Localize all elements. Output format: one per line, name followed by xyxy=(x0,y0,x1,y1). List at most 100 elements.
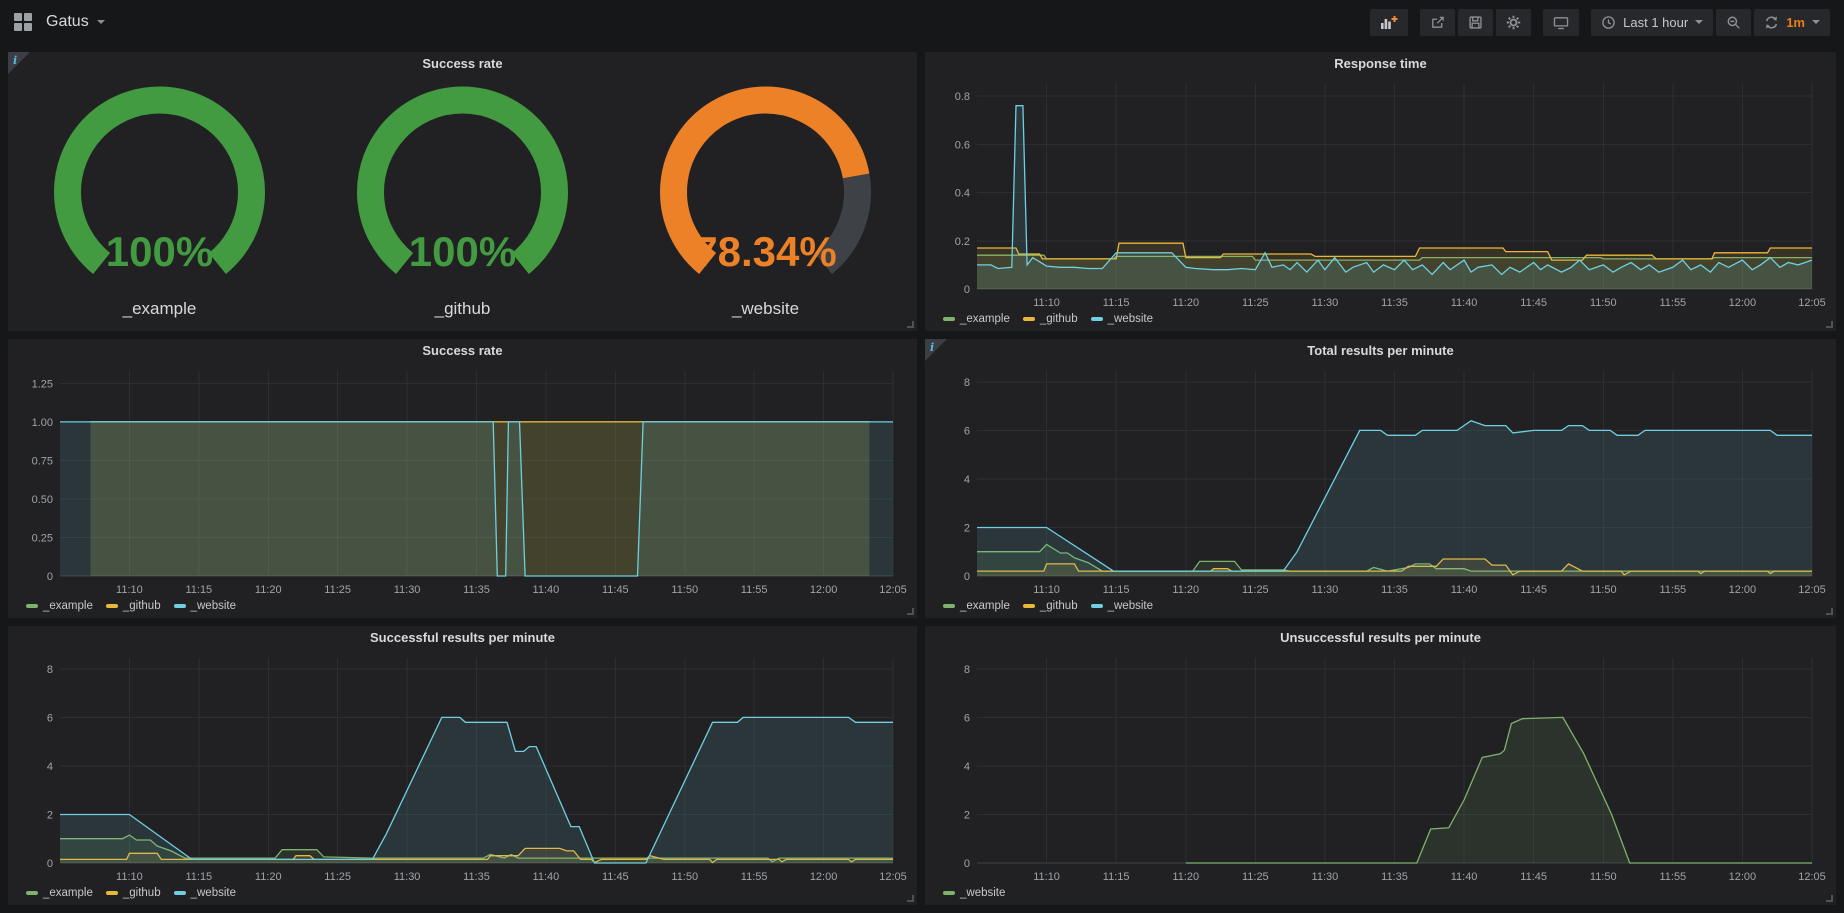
refresh-interval-label: 1m xyxy=(1786,15,1805,30)
x-axis-tick-label: 11:20 xyxy=(1172,584,1199,596)
panel-resize-handle[interactable] xyxy=(907,321,914,328)
zoom-out-icon xyxy=(1726,15,1741,30)
x-axis-tick-label: 11:25 xyxy=(1242,297,1269,309)
x-axis-tick-label: 11:40 xyxy=(533,584,560,596)
x-axis-tick-label: 11:55 xyxy=(1659,871,1686,883)
legend-swatch-icon xyxy=(106,891,118,895)
panel-resize-handle[interactable] xyxy=(1826,608,1833,615)
chart-success-rate: 11:1011:1511:2011:2511:3011:3511:4011:45… xyxy=(14,363,907,616)
x-axis-tick-label: 11:15 xyxy=(1103,871,1130,883)
y-axis-tick-label: 0.50 xyxy=(32,494,53,506)
x-axis-tick-label: 11:50 xyxy=(1590,297,1617,309)
chart-successful-results: 11:1011:1511:2011:2511:3011:3511:4011:45… xyxy=(14,650,907,903)
x-axis-tick-label: 11:25 xyxy=(324,871,351,883)
panel-resize-handle[interactable] xyxy=(1826,321,1833,328)
y-axis-tick-label: 0.6 xyxy=(955,139,970,151)
y-axis-tick-label: 2 xyxy=(964,522,970,534)
chevron-down-icon xyxy=(1695,20,1703,24)
panel-title[interactable]: Successful results per minute xyxy=(8,626,917,650)
legend-item-_github[interactable]: _github xyxy=(1023,313,1078,325)
time-range-label: Last 1 hour xyxy=(1623,15,1688,30)
x-axis-tick-label: 12:05 xyxy=(879,584,907,596)
legend-item-_example[interactable]: _example xyxy=(26,887,93,899)
x-axis-tick-label: 11:45 xyxy=(1520,297,1547,309)
dashboard-title[interactable]: Gatus xyxy=(46,13,89,31)
x-axis-tick-label: 11:25 xyxy=(324,584,351,596)
y-axis-tick-label: 0 xyxy=(964,858,970,870)
chart-legend: _example _github _website xyxy=(26,597,236,615)
panel-total-results: i Total results per minute 11:1011:1511:… xyxy=(925,339,1836,618)
x-axis-tick-label: 11:55 xyxy=(1659,584,1686,596)
chart-legend: _website xyxy=(943,884,1005,902)
legend-label: _github xyxy=(123,600,161,612)
y-axis-tick-label: 0.4 xyxy=(955,188,970,200)
panel-resize-handle[interactable] xyxy=(907,895,914,902)
refresh-button[interactable]: 1m xyxy=(1754,9,1830,36)
x-axis-tick-label: 12:05 xyxy=(1798,297,1826,309)
side-menu-icon[interactable] xyxy=(14,13,32,31)
y-axis-tick-label: 4 xyxy=(964,761,970,773)
time-range-picker[interactable]: Last 1 hour xyxy=(1591,9,1713,36)
legend-label: _example xyxy=(43,887,93,899)
save-icon xyxy=(1468,15,1483,30)
legend-item-_website[interactable]: _website xyxy=(1091,313,1153,325)
panel-resize-handle[interactable] xyxy=(907,608,914,615)
legend-swatch-icon xyxy=(106,604,118,608)
x-axis-tick-label: 11:50 xyxy=(1590,584,1617,596)
legend-item-_website[interactable]: _website xyxy=(1091,600,1153,612)
zoom-out-button[interactable] xyxy=(1716,9,1751,36)
x-axis-tick-label: 11:20 xyxy=(1172,871,1199,883)
legend-item-_github[interactable]: _github xyxy=(106,600,161,612)
panel-title[interactable]: Total results per minute xyxy=(925,339,1836,363)
x-axis-tick-label: 12:00 xyxy=(1729,297,1757,309)
x-axis-tick-label: 11:15 xyxy=(1103,584,1130,596)
tv-mode-button[interactable] xyxy=(1543,9,1579,36)
x-axis-tick-label: 11:10 xyxy=(1033,297,1060,309)
legend-label: _website xyxy=(191,600,236,612)
legend-label: _github xyxy=(1040,600,1078,612)
legend-item-_github[interactable]: _github xyxy=(106,887,161,899)
x-axis-tick-label: 11:20 xyxy=(255,871,282,883)
chevron-down-icon xyxy=(1812,20,1820,24)
panel-title[interactable]: Success rate xyxy=(8,52,917,76)
x-axis-tick-label: 12:00 xyxy=(810,584,838,596)
legend-item-_website[interactable]: _website xyxy=(943,887,1005,899)
panel-resize-handle[interactable] xyxy=(1826,895,1833,902)
legend-item-_website[interactable]: _website xyxy=(174,887,236,899)
chart-total-results: 11:1011:1511:2011:2511:3011:3511:4011:45… xyxy=(931,363,1826,616)
y-axis-tick-label: 0.2 xyxy=(955,236,970,248)
legend-swatch-icon xyxy=(1023,604,1035,608)
legend-swatch-icon xyxy=(943,317,955,321)
legend-swatch-icon xyxy=(1023,317,1035,321)
panel-info-corner[interactable] xyxy=(8,52,30,74)
legend-item-_github[interactable]: _github xyxy=(1023,600,1078,612)
x-axis-tick-label: 11:45 xyxy=(602,584,629,596)
panel-title[interactable]: Success rate xyxy=(8,339,917,363)
gauge-value: 78.34% xyxy=(694,228,836,275)
add-panel-button[interactable] xyxy=(1370,9,1408,36)
panel-title[interactable]: Unsuccessful results per minute xyxy=(925,626,1836,650)
x-axis-tick-label: 11:30 xyxy=(394,584,421,596)
x-axis-tick-label: 11:55 xyxy=(741,871,768,883)
panel-title[interactable]: Response time xyxy=(925,52,1836,76)
refresh-icon xyxy=(1764,15,1779,30)
legend-item-_example[interactable]: _example xyxy=(943,600,1010,612)
x-axis-tick-label: 11:10 xyxy=(116,584,143,596)
panel-info-corner[interactable] xyxy=(925,339,947,361)
legend-label: _website xyxy=(960,887,1005,899)
settings-button[interactable] xyxy=(1496,9,1531,36)
legend-item-_example[interactable]: _example xyxy=(26,600,93,612)
legend-swatch-icon xyxy=(943,891,955,895)
legend-label: _github xyxy=(123,887,161,899)
x-axis-tick-label: 12:05 xyxy=(1798,584,1826,596)
x-axis-tick-label: 11:25 xyxy=(1242,871,1269,883)
legend-item-_example[interactable]: _example xyxy=(943,313,1010,325)
series-area-_website xyxy=(977,421,1812,576)
save-button[interactable] xyxy=(1458,9,1493,36)
x-axis-tick-label: 11:40 xyxy=(1451,584,1478,596)
y-axis-tick-label: 0.75 xyxy=(32,455,53,467)
y-axis-tick-label: 2 xyxy=(47,809,53,821)
share-button[interactable] xyxy=(1420,9,1455,36)
legend-item-_website[interactable]: _website xyxy=(174,600,236,612)
panel-success-rate-gauges: i Success rate 100%_example100%_github78… xyxy=(8,52,917,331)
